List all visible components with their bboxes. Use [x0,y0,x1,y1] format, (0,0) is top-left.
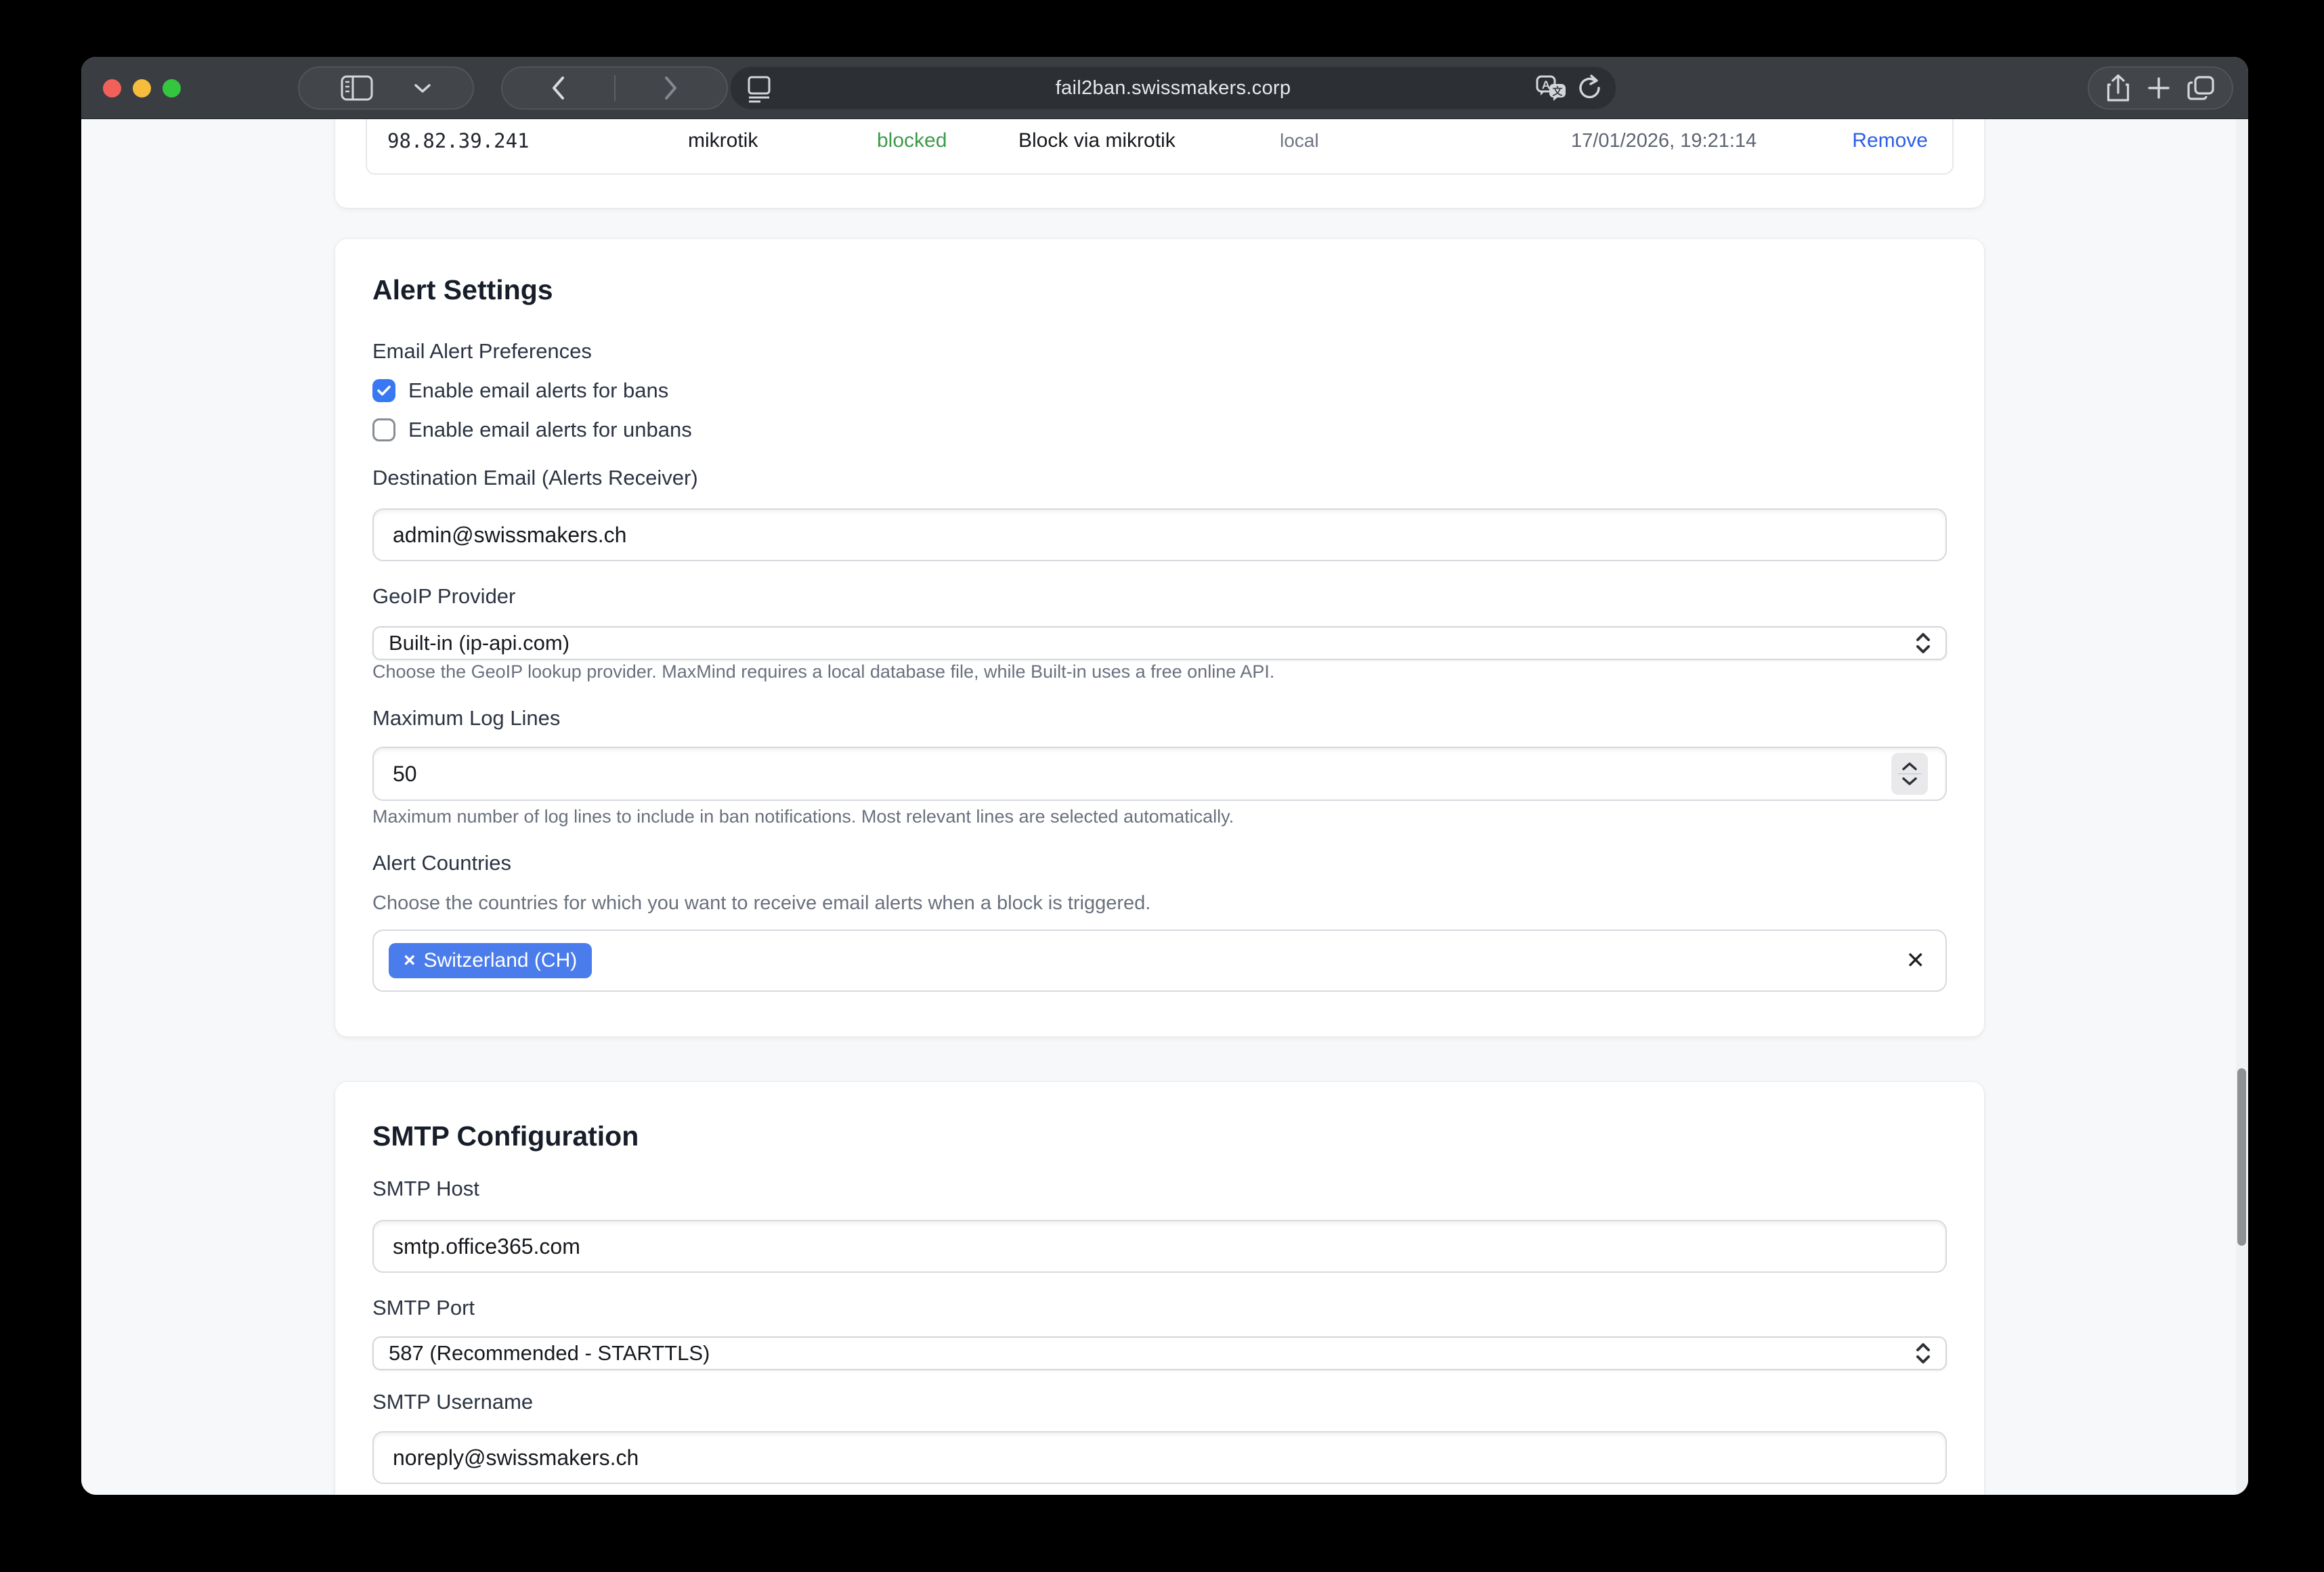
table-row: 98.82.39.241 mikrotik blocked Block via … [367,119,1952,173]
remove-link[interactable]: Remove [1852,119,1928,173]
sidebar-icon [341,75,373,101]
destination-email-label: Destination Email (Alerts Receiver) [372,466,698,490]
sidebar-controls [298,66,474,110]
row-ip-address: 98.82.39.241 [387,119,530,173]
scrollbar-thumb[interactable] [2237,1068,2246,1246]
number-stepper[interactable] [1891,753,1928,795]
select-chevrons-icon [1916,632,1931,655]
sidebar-menu-button[interactable] [414,83,431,93]
alert-countries-description: Choose the countries for which you want … [372,892,1150,915]
close-window-button[interactable] [103,79,121,97]
row-status-blocked: blocked [877,119,947,173]
max-log-lines-help-text: Maximum number of log lines to include i… [372,806,1234,827]
unbans-checkbox-label[interactable]: Enable email alerts for unbans [408,418,692,442]
geoip-help-text: Choose the GeoIP lookup provider. MaxMin… [372,661,1274,682]
alert-countries-multiselect[interactable]: × Switzerland (CH) ✕ [372,930,1947,992]
plus-icon [2148,77,2170,99]
country-tag-switzerland[interactable]: × Switzerland (CH) [389,943,592,978]
country-tag-label: Switzerland (CH) [424,949,578,972]
browser-window: fail2ban.swissmakers.corp A 文 [81,57,2248,1495]
smtp-title: SMTP Configuration [372,1120,639,1152]
nav-divider [614,75,616,101]
svg-text:A: A [1542,79,1550,91]
zoom-window-button[interactable] [163,79,181,97]
browser-toolbar: fail2ban.swissmakers.corp A 文 [81,57,2248,119]
chevron-right-icon [664,76,679,100]
translate-icon[interactable]: A 文 [1536,74,1566,102]
smtp-port-select[interactable]: 587 (Recommended - STARTTLS) [372,1336,1947,1370]
share-button[interactable] [2107,74,2130,102]
svg-text:文: 文 [1552,85,1563,97]
bans-checkbox[interactable] [372,379,395,402]
tab-overview-icon [2187,76,2214,100]
select-chevrons-icon [1916,1342,1931,1365]
smtp-username-label: SMTP Username [372,1390,533,1414]
max-log-lines-label: Maximum Log Lines [372,706,560,730]
max-log-lines-value: 50 [393,762,417,787]
stepper-up-icon [1901,762,1918,771]
row-action: Block via mikrotik [1018,119,1176,173]
smtp-port-value: 587 (Recommended - STARTTLS) [389,1341,710,1366]
alert-countries-label: Alert Countries [372,851,511,875]
traffic-lights [103,57,181,119]
chevron-down-icon [414,83,431,93]
geoip-provider-label: GeoIP Provider [372,584,515,609]
geoip-provider-value: Built-in (ip-api.com) [389,631,569,655]
row-source: local [1280,119,1319,173]
alert-settings-title: Alert Settings [372,274,553,306]
row-timestamp: 17/01/2026, 19:21:14 [1571,119,1757,173]
unbans-checkbox[interactable] [372,418,395,441]
chevron-left-icon [551,76,565,100]
address-bar[interactable]: fail2ban.swissmakers.corp A 文 [729,66,1617,110]
window-actions [2088,66,2233,110]
share-icon [2107,74,2130,102]
blocked-ips-table: 98.82.39.241 mikrotik blocked Block via … [366,119,1954,175]
bans-checkbox-label[interactable]: Enable email alerts for bans [408,378,668,403]
smtp-username-input[interactable] [372,1431,1947,1484]
smtp-host-label: SMTP Host [372,1177,479,1201]
checkbox-row-bans: Enable email alerts for bans [372,377,668,404]
reload-icon[interactable] [1576,74,1604,102]
blocked-ips-card: 98.82.39.241 mikrotik blocked Block via … [335,119,1984,208]
page-content: 98.82.39.241 mikrotik blocked Block via … [81,119,2248,1495]
back-button[interactable] [551,76,565,100]
smtp-configuration-card: SMTP Configuration SMTP Host SMTP Port 5… [335,1082,1984,1495]
geoip-provider-select[interactable]: Built-in (ip-api.com) [372,626,1947,660]
clear-selection-icon[interactable]: ✕ [1906,947,1926,974]
smtp-host-input[interactable] [372,1220,1947,1273]
navigation-controls [501,66,728,110]
check-icon [376,385,391,397]
row-jail: mikrotik [688,119,758,173]
destination-email-input[interactable] [372,508,1947,561]
minimize-window-button[interactable] [133,79,151,97]
email-prefs-label: Email Alert Preferences [372,339,592,364]
forward-button[interactable] [664,76,679,100]
smtp-port-label: SMTP Port [372,1296,475,1320]
stepper-down-icon [1901,777,1918,786]
tab-overview-button[interactable] [2187,76,2214,100]
scrollbar-track[interactable] [2236,119,2248,1495]
new-tab-button[interactable] [2148,77,2170,99]
checkbox-row-unbans: Enable email alerts for unbans [372,416,692,443]
alert-settings-card: Alert Settings Email Alert Preferences E… [335,239,1984,1036]
max-log-lines-input[interactable]: 50 [372,747,1947,801]
url-text: fail2ban.swissmakers.corp [731,77,1616,100]
tag-remove-icon[interactable]: × [404,949,416,972]
sidebar-toggle-button[interactable] [341,75,373,101]
